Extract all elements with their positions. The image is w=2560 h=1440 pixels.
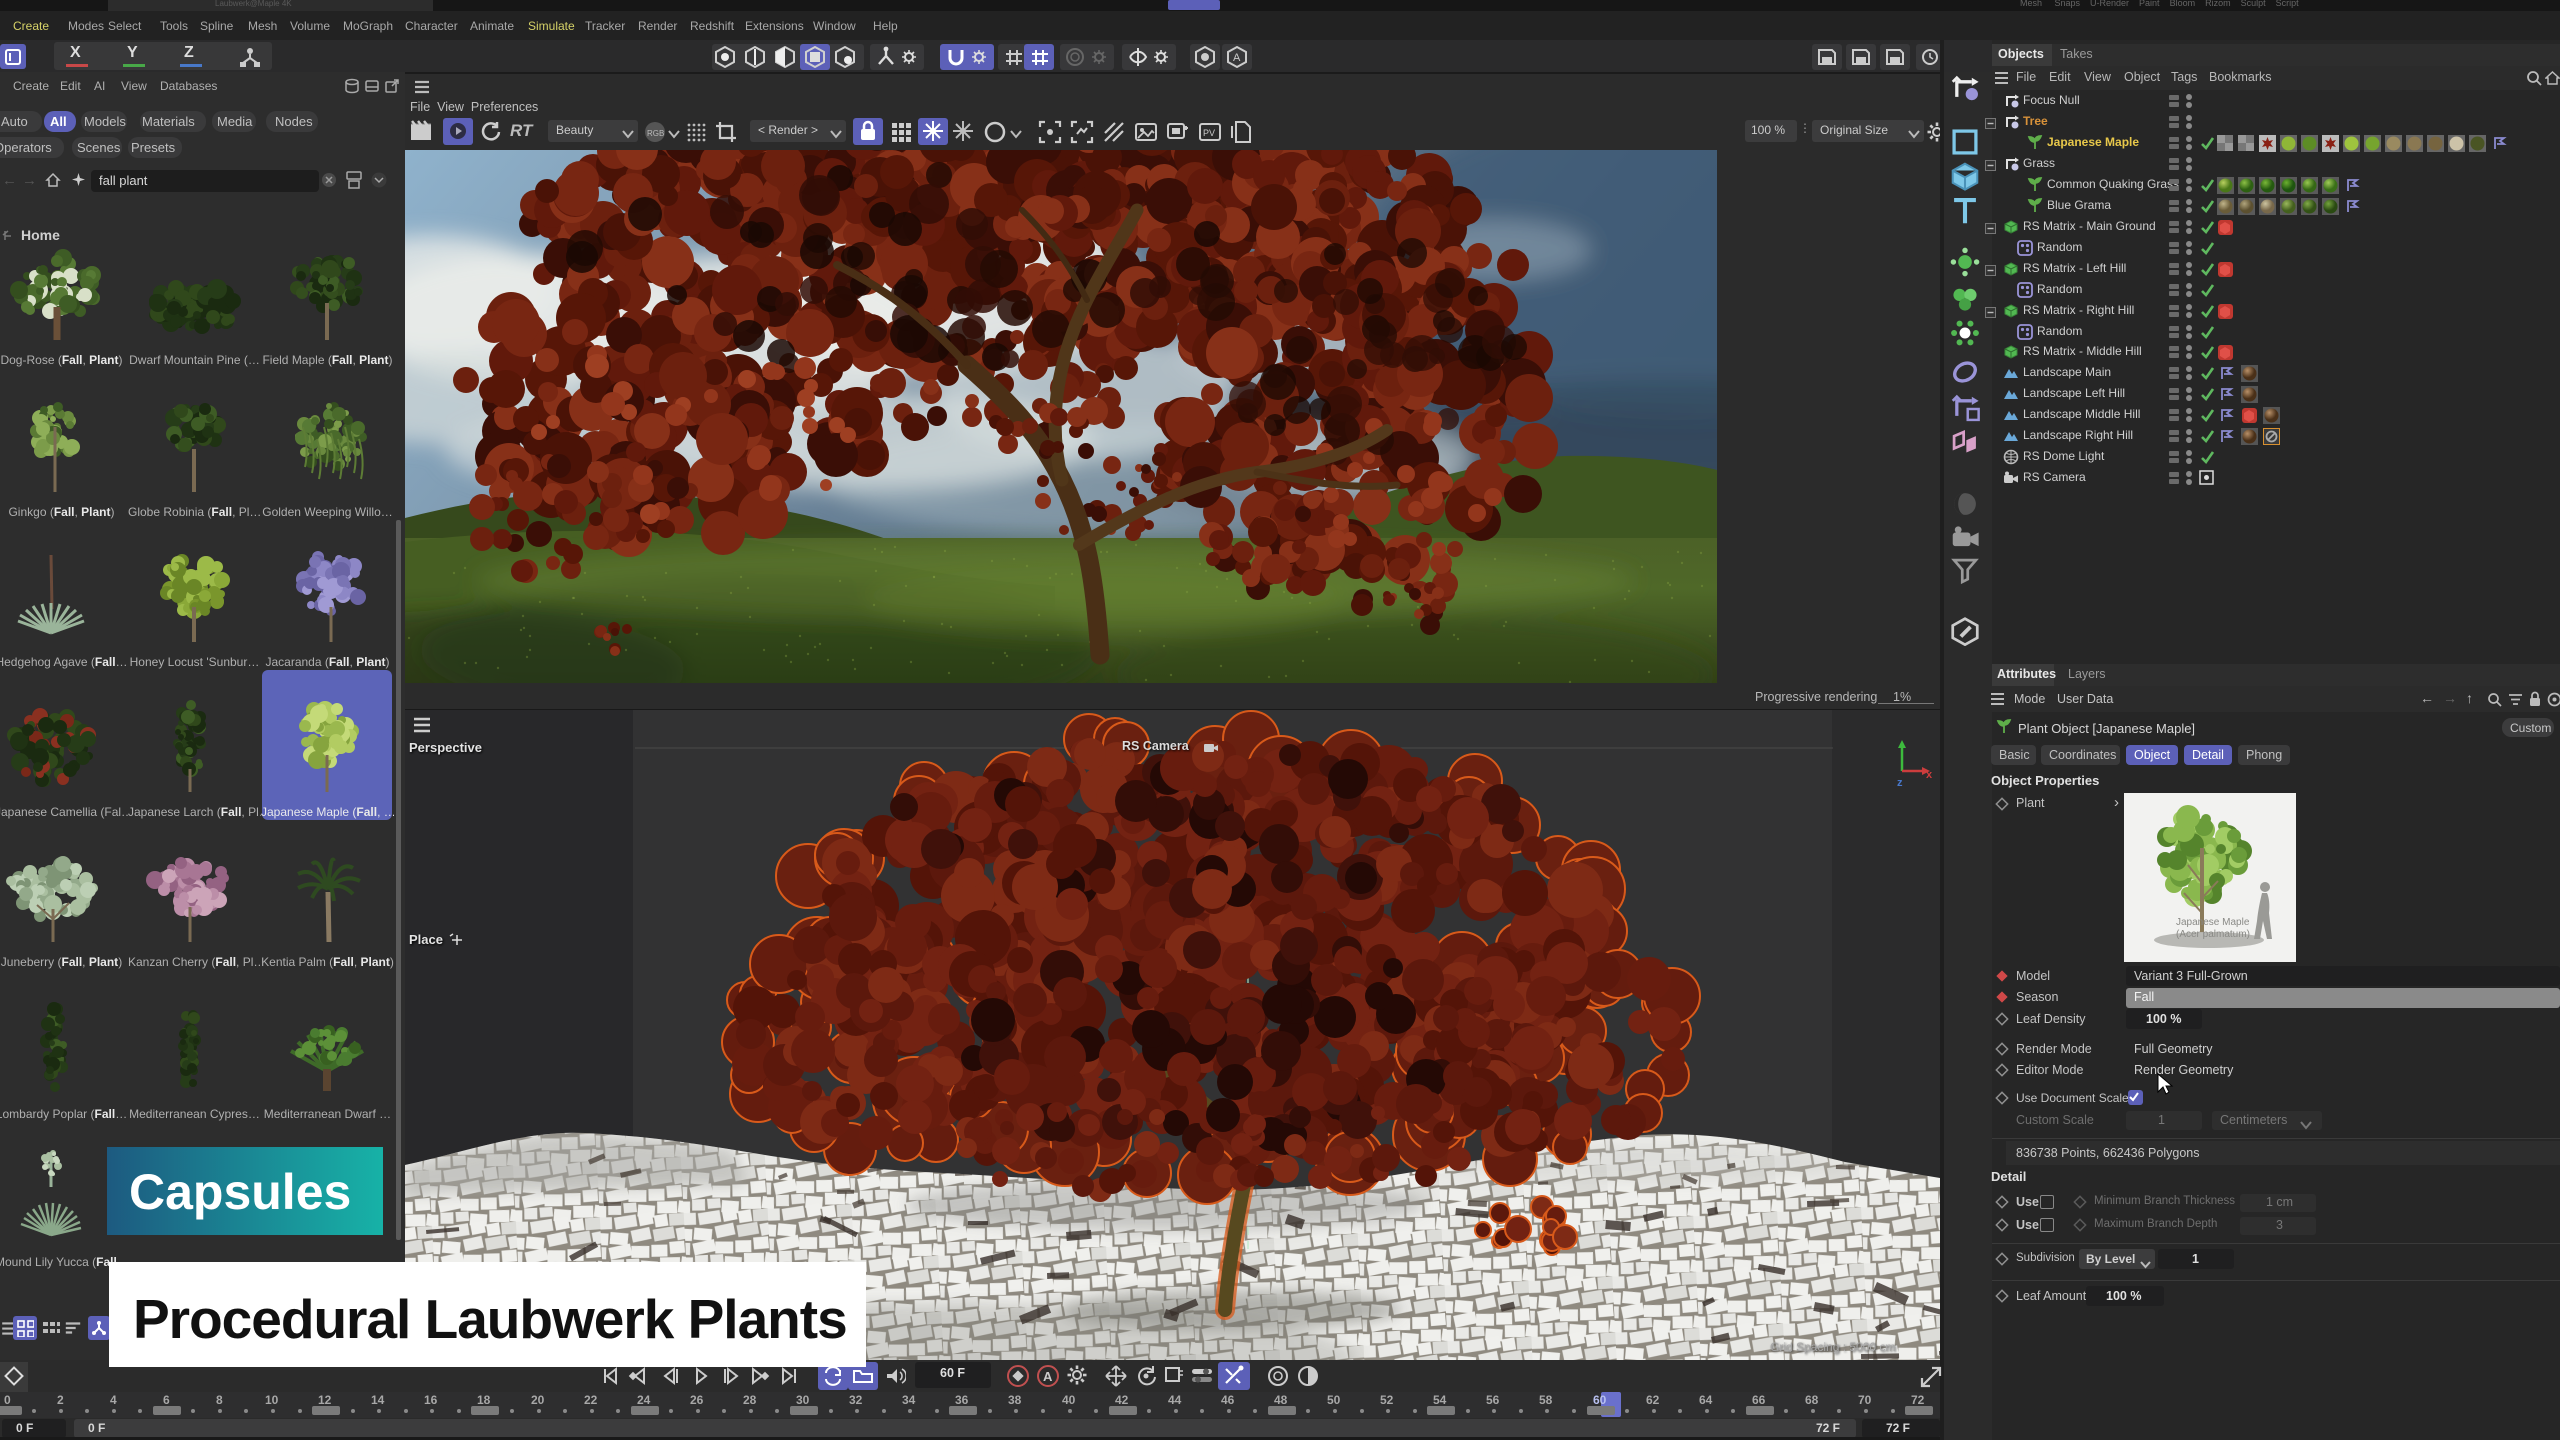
svg-text:x: x (1926, 769, 1933, 781)
svg-text:PV: PV (1203, 128, 1215, 138)
svg-text:A: A (1233, 52, 1241, 64)
svg-text:A: A (1043, 1369, 1053, 1384)
svg-text:(Acer palmatum): (Acer palmatum) (2176, 929, 2250, 940)
svg-text:Japanese Maple: Japanese Maple (2176, 917, 2250, 928)
svg-text:RGB: RGB (647, 129, 664, 138)
svg-text:z: z (1897, 777, 1903, 788)
